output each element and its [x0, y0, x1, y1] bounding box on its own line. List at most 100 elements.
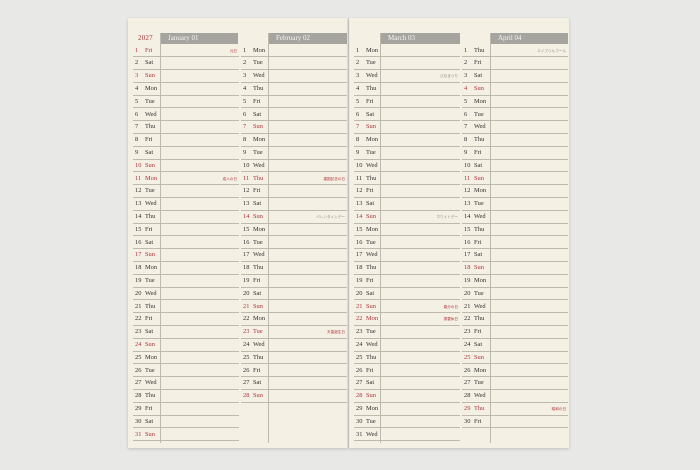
day-label: 9 Tue [356, 147, 376, 160]
day-number: 12 [356, 187, 363, 195]
day-number: 17 [356, 251, 363, 259]
day-label: 3 Wed [243, 70, 265, 83]
day-label: 5 Tue [135, 96, 155, 109]
day-label: 1 Mon [356, 45, 378, 58]
weekday: Sun [145, 430, 155, 438]
weekday: Sat [253, 200, 262, 208]
day-label: 23 Fri [464, 326, 481, 339]
day-label: 27 Tue [464, 377, 484, 390]
day-number: 20 [464, 289, 471, 297]
weekday: Thu [474, 315, 485, 323]
weekday: Sun [366, 212, 376, 220]
weekday: Sun [366, 392, 376, 400]
day-label: 23 Tue [243, 326, 263, 339]
day-label: 27 Sat [243, 377, 261, 390]
day-number: 9 [356, 148, 360, 156]
day-number: 10 [135, 161, 142, 169]
day-label: 1 Fri [135, 45, 152, 58]
day-number: 8 [356, 136, 360, 144]
weekday: Sat [474, 161, 483, 169]
weekday: Fri [145, 404, 153, 412]
weekday: Sat [145, 148, 154, 156]
day-label: 20 Sat [243, 288, 261, 301]
day-number: 14 [356, 212, 363, 220]
page-gutter [347, 18, 350, 448]
day-number: 12 [135, 187, 142, 195]
day-label: 7 Sun [356, 121, 376, 134]
day-label: 20 Tue [464, 288, 484, 301]
month-header: February 02 [268, 33, 347, 44]
day-label: 5 Fri [356, 96, 373, 109]
day-number: 16 [356, 238, 363, 246]
day-number: 27 [464, 379, 471, 387]
weekday: Tue [253, 59, 263, 67]
day-label: 9 Sat [135, 147, 153, 160]
day-label: 3 Sat [464, 70, 482, 83]
day-label: 24 Sat [464, 339, 482, 352]
day-number: 18 [135, 264, 142, 272]
day-number: 2 [464, 59, 468, 67]
weekday: Sun [253, 392, 263, 400]
day-label: 19 Fri [356, 275, 373, 288]
day-number: 3 [135, 72, 139, 80]
day-number: 23 [243, 328, 250, 336]
weekday: Wed [366, 430, 378, 438]
weekday: Wed [145, 200, 157, 208]
day-number: 3 [243, 72, 247, 80]
day-number: 27 [356, 379, 363, 387]
weekday: Wed [145, 379, 157, 387]
weekday: Mon [474, 366, 487, 374]
day-label: 17 Wed [356, 249, 378, 262]
holiday-note: 昭和の日 [551, 406, 566, 411]
day-label: 13 Tue [464, 198, 484, 211]
day-number: 1 [135, 46, 139, 54]
day-label: 7 Wed [464, 121, 486, 134]
day-number: 10 [464, 161, 471, 169]
day-number: 9 [135, 148, 139, 156]
day-number: 21 [135, 302, 142, 310]
day-label: 28 Sun [243, 390, 263, 403]
weekday: Sun [474, 264, 484, 272]
weekday: Thu [366, 174, 377, 182]
weekday: Thu [366, 264, 377, 272]
day-number: 7 [356, 123, 360, 131]
day-label: 21 Sun [356, 301, 376, 314]
day-number: 28 [243, 392, 250, 400]
weekday: Thu [474, 46, 485, 54]
day-label: 12 Fri [356, 185, 373, 198]
weekday: Tue [145, 187, 155, 195]
day-number: 30 [356, 417, 363, 425]
day-number: 27 [243, 379, 250, 387]
day-number: 30 [135, 417, 142, 425]
day-number: 4 [464, 84, 468, 92]
weekday: Wed [145, 289, 157, 297]
weekday: Tue [366, 417, 376, 425]
day-number: 27 [135, 379, 142, 387]
day-label: 15 Mon [356, 224, 378, 237]
weekday: Sat [366, 289, 375, 297]
day-number: 19 [464, 276, 471, 284]
day-label: 22 Thu [464, 313, 484, 326]
day-label: 13 Sat [243, 198, 261, 211]
day-number: 1 [243, 46, 247, 54]
holiday-note: 振替休日 [443, 317, 458, 322]
day-number: 5 [135, 97, 139, 105]
day-label: 4 Mon [135, 83, 157, 96]
holiday-note: 天皇誕生日 [327, 330, 345, 335]
day-label: 16 Fri [464, 237, 481, 250]
day-label: 1 Mon [243, 45, 265, 58]
day-number: 18 [243, 264, 250, 272]
weekday: Mon [145, 174, 158, 182]
weekday: Thu [474, 404, 485, 412]
weekday: Tue [253, 148, 263, 156]
day-label: 18 Mon [135, 262, 157, 275]
day-label: 24 Sun [135, 339, 155, 352]
day-label: 4 Thu [356, 83, 376, 96]
day-label: 25 Thu [243, 352, 263, 365]
day-number: 11 [464, 174, 471, 182]
weekday: Tue [474, 200, 484, 208]
day-label: 23 Tue [356, 326, 376, 339]
day-label: 17 Sun [135, 249, 155, 262]
weekday: Sun [145, 72, 155, 80]
weekday: Mon [253, 225, 266, 233]
